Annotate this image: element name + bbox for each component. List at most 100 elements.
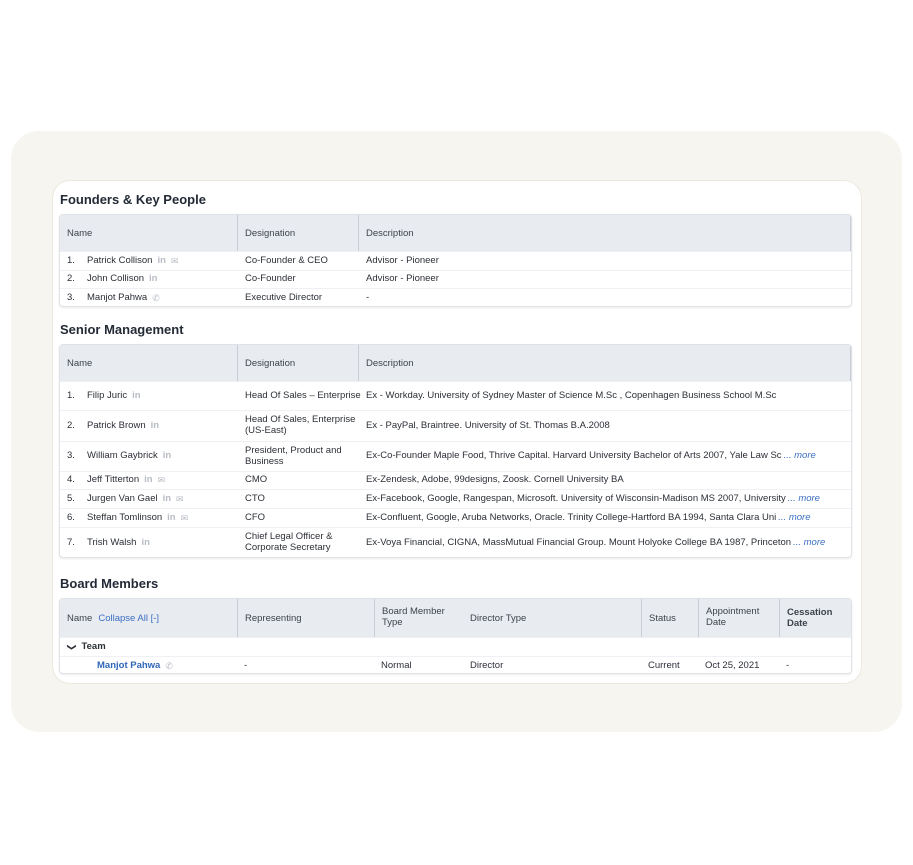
column-header-appointment-date[interactable]: Appointment Date: [698, 599, 779, 637]
email-icon[interactable]: ✉: [171, 256, 179, 266]
designation-cell: Head Of Sales – Enterprise: [245, 389, 361, 401]
linkedin-icon[interactable]: in: [141, 537, 149, 549]
description-cell: Ex-Voya Financial, CIGNA, MassMutual Fin…: [366, 528, 846, 557]
more-link[interactable]: ... more: [788, 493, 820, 505]
person-name[interactable]: Patrick Collison: [87, 255, 152, 267]
person-name-cell: Filip Juric in: [87, 382, 141, 410]
table-row: 3. Manjot Pahwa ✆ Executive Director -: [60, 288, 851, 306]
email-icon[interactable]: ✉: [181, 513, 189, 523]
description-cell: -: [366, 289, 846, 306]
linkedin-icon[interactable]: in: [149, 273, 157, 285]
column-header-name[interactable]: Name: [60, 345, 237, 381]
person-name[interactable]: Filip Juric: [87, 390, 127, 402]
person-name-cell: John Collison in: [87, 271, 158, 288]
person-name[interactable]: Patrick Brown: [87, 420, 146, 432]
description-text: Ex-Confluent, Google, Aruba Networks, Or…: [366, 511, 777, 523]
table-header: Name Collapse All [-] Representing Board…: [60, 599, 851, 637]
column-header-designation[interactable]: Designation: [237, 345, 358, 381]
more-link[interactable]: ... more: [784, 450, 816, 462]
person-name[interactable]: Jeff Titterton: [87, 474, 139, 486]
linkedin-icon[interactable]: in: [167, 512, 175, 524]
linkedin-icon[interactable]: in: [132, 390, 140, 402]
column-header-description[interactable]: Description: [358, 215, 851, 251]
designation-cell: President, Product and Business: [245, 444, 342, 467]
group-toggle[interactable]: ❯ Team: [66, 638, 106, 656]
description-text: Advisor - Pioneer: [366, 273, 439, 285]
description-cell: Ex-Zendesk, Adobe, 99designs, Zoosk. Cor…: [366, 472, 846, 489]
person-name[interactable]: Jurgen Van Gael: [87, 493, 158, 505]
person-name[interactable]: Manjot Pahwa: [87, 292, 147, 304]
description-cell: Ex-Confluent, Google, Aruba Networks, Or…: [366, 509, 846, 527]
member-name-link[interactable]: Manjot Pahwa: [97, 660, 160, 672]
phone-icon[interactable]: ✆: [152, 293, 160, 303]
column-header-name[interactable]: Name: [60, 215, 237, 251]
designation-cell: Chief Legal Officer & Corporate Secretar…: [245, 531, 333, 553]
linkedin-icon[interactable]: in: [163, 493, 171, 505]
member-name-cell: Manjot Pahwa ✆: [97, 657, 173, 673]
column-header-director-type[interactable]: Director Type: [463, 599, 641, 637]
table-row: 4. Jeff Titterton in ✉ CMO Ex-Zendesk, Adobe,…: [60, 471, 851, 489]
person-name-cell: William Gaybrick in: [87, 442, 171, 471]
column-header-designation[interactable]: Designation: [237, 215, 358, 251]
description-text: Advisor - Pioneer: [366, 254, 439, 266]
row-number: 3.: [67, 291, 75, 303]
designation-cell: Head Of Sales, Enterprise (US-East): [245, 414, 356, 436]
designation-cell: CFO: [245, 511, 266, 523]
section-title-senior-management: Senior Management: [60, 322, 184, 337]
table-header: Name Designation Description: [60, 345, 851, 381]
person-name-cell: Patrick Brown in: [87, 411, 159, 441]
description-text: Ex-Zendesk, Adobe, 99designs, Zoosk. Cor…: [366, 474, 624, 486]
board-member-row: Manjot Pahwa ✆ - Normal Director Current…: [60, 656, 851, 673]
member-status: Current: [648, 659, 680, 671]
designation-cell: Executive Director: [245, 291, 323, 303]
description-text: Ex - Workday. University of Sydney Maste…: [366, 389, 777, 401]
person-name-cell: Trish Walsh in: [87, 528, 150, 557]
linkedin-icon[interactable]: in: [151, 420, 159, 432]
board-group-row[interactable]: ❯ Team: [60, 637, 851, 656]
table-row: 5. Jurgen Van Gael in ✉ CTO Ex-Facebook, Goog…: [60, 489, 851, 508]
member-cessation-date: -: [786, 659, 790, 671]
linkedin-icon[interactable]: in: [144, 474, 152, 486]
founders-table: Name Designation Description 1. Patrick C…: [59, 214, 852, 307]
designation-cell: Co-Founder: [245, 273, 296, 285]
description-text: Ex - PayPal, Braintree. University of St…: [366, 419, 610, 431]
person-name[interactable]: Trish Walsh: [87, 537, 136, 549]
email-icon[interactable]: ✉: [158, 475, 166, 485]
email-icon[interactable]: ✉: [176, 494, 184, 504]
person-name[interactable]: William Gaybrick: [87, 450, 158, 462]
collapse-all-link[interactable]: Collapse All [-]: [98, 613, 159, 624]
column-header-name-label[interactable]: Name: [67, 613, 92, 624]
column-header-board-member-type[interactable]: Board Member Type: [374, 599, 463, 637]
person-name-cell: Manjot Pahwa ✆: [87, 289, 160, 306]
group-label: Team: [81, 640, 106, 652]
board-members-table: Name Collapse All [-] Representing Board…: [59, 598, 852, 674]
person-name[interactable]: Steffan Tomlinson: [87, 512, 162, 524]
column-header-status[interactable]: Status: [641, 599, 698, 637]
description-text: Ex-Co-Founder Maple Food, Thrive Capital…: [366, 450, 782, 462]
linkedin-icon[interactable]: in: [163, 450, 171, 462]
person-name-cell: Patrick Collison in ✉: [87, 252, 178, 270]
row-number: 1.: [67, 389, 75, 401]
designation-cell: Co-Founder & CEO: [245, 254, 328, 266]
row-number: 6.: [67, 511, 75, 523]
linkedin-icon[interactable]: in: [157, 255, 165, 267]
column-header-representing[interactable]: Representing: [237, 599, 374, 637]
more-link[interactable]: ... more: [778, 512, 810, 524]
description-cell: Ex-Facebook, Google, Rangespan, Microsof…: [366, 490, 846, 508]
description-cell: Ex-Co-Founder Maple Food, Thrive Capital…: [366, 442, 846, 471]
table-row: 1. Patrick Collison in ✉ Co-Founder & CEO Adv…: [60, 251, 851, 270]
senior-management-table: Name Designation Description 1. Filip Jur…: [59, 344, 852, 558]
row-number: 2.: [67, 419, 75, 431]
phone-icon[interactable]: ✆: [165, 661, 173, 671]
person-name[interactable]: John Collison: [87, 273, 144, 285]
description-cell: Advisor - Pioneer: [366, 271, 846, 288]
row-number: 1.: [67, 254, 75, 266]
column-header-cessation-date[interactable]: Cessation Date: [779, 599, 851, 637]
more-link[interactable]: ... more: [793, 537, 825, 549]
row-number: 2.: [67, 273, 75, 285]
row-number: 5.: [67, 492, 75, 504]
chevron-down-icon: ❯: [66, 643, 77, 651]
section-title-founders: Founders & Key People: [60, 192, 206, 207]
column-header-description[interactable]: Description: [358, 345, 851, 381]
person-name-cell: Jurgen Van Gael in ✉: [87, 490, 184, 508]
